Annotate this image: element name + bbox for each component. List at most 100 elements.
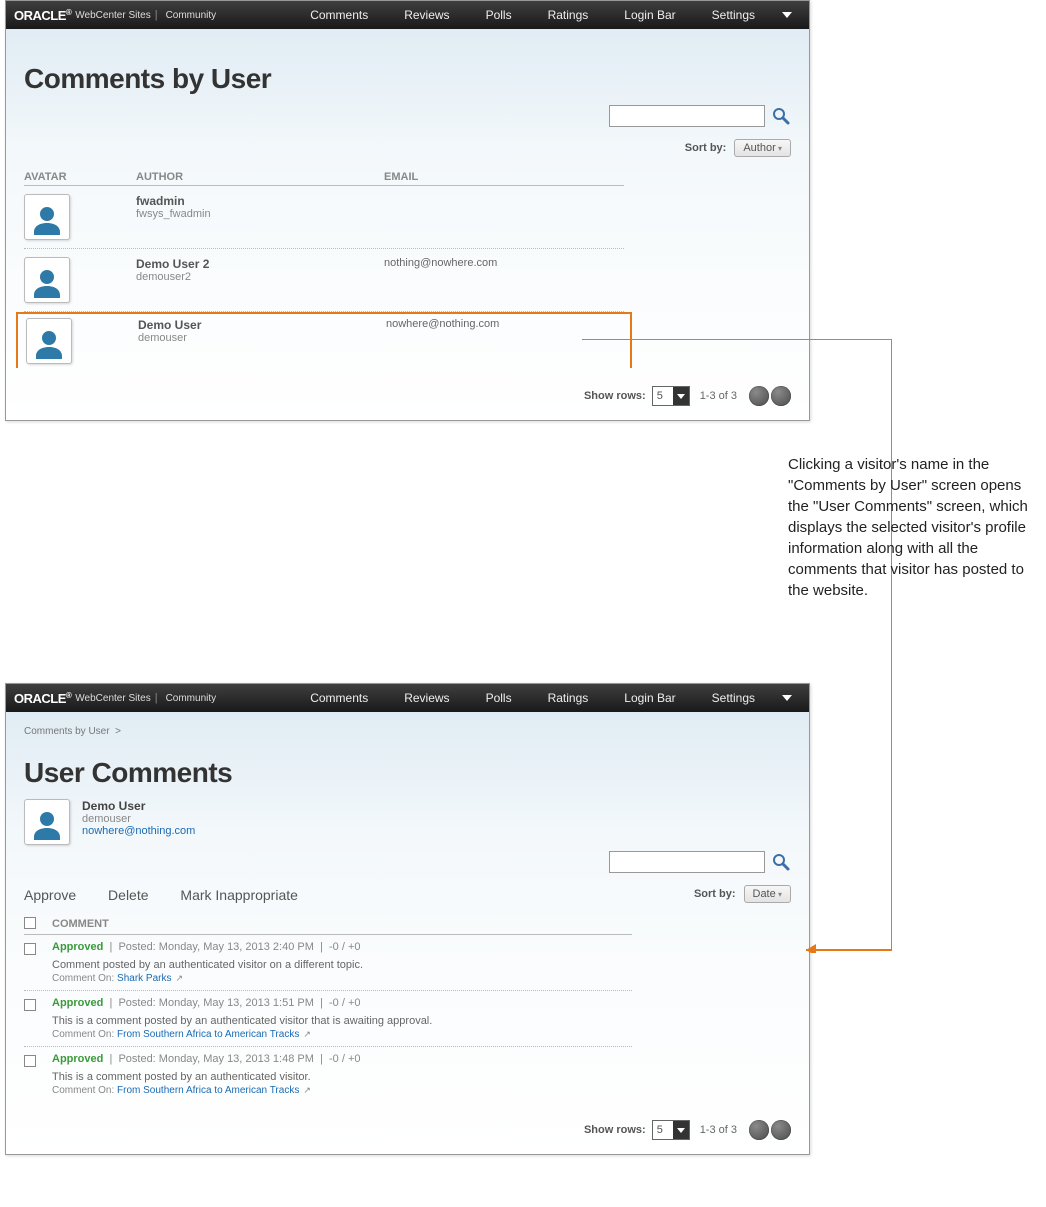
menu-settings[interactable]: Settings	[694, 684, 773, 712]
menu-polls[interactable]: Polls	[468, 684, 530, 712]
menu-reviews[interactable]: Reviews	[386, 684, 467, 712]
brand-separator: |	[155, 9, 158, 21]
row-checkbox[interactable]	[24, 999, 36, 1011]
pager-prev-button[interactable]	[749, 386, 769, 406]
users-table: AVATAR AUTHOR EMAIL fwadminfwsys_fwadmin…	[24, 171, 624, 368]
menu-settings[interactable]: Settings	[694, 1, 773, 29]
page-title: Comments by User	[24, 63, 791, 95]
action-delete[interactable]: Delete	[108, 887, 148, 903]
user-block: Demo User demouser nowhere@nothing.com	[24, 799, 791, 845]
author-name-link[interactable]: Demo User 2	[136, 257, 384, 271]
page-title: User Comments	[24, 757, 791, 789]
table-header: AVATAR AUTHOR EMAIL	[24, 171, 624, 186]
rows-select[interactable]: 5	[652, 1120, 690, 1140]
panel-user-comments: ORACLE® WebCenter Sites | Community Comm…	[5, 683, 810, 1155]
topic-link[interactable]: Shark Parks	[117, 973, 171, 984]
person-icon	[31, 327, 67, 363]
brand-logo: ORACLE®	[14, 691, 71, 706]
brand-logo: ORACLE®	[14, 8, 71, 23]
menu-dropdown-icon[interactable]	[773, 684, 801, 712]
action-approve[interactable]: Approve	[24, 887, 76, 903]
comment-on: Comment On: Shark Parks↗	[52, 973, 632, 984]
person-icon	[29, 266, 65, 302]
user-name: Demo User	[82, 799, 195, 813]
menu-polls[interactable]: Polls	[468, 1, 530, 29]
top-menu: Comments Reviews Polls Ratings Login Bar…	[292, 684, 801, 712]
pager-next-button[interactable]	[771, 1120, 791, 1140]
status-badge: Approved	[52, 997, 103, 1009]
status-badge: Approved	[52, 941, 103, 953]
comment-text: Comment posted by an authenticated visit…	[52, 959, 632, 971]
external-link-icon: ↗	[176, 973, 184, 983]
pager-next-button[interactable]	[771, 386, 791, 406]
external-link-icon: ↗	[303, 1029, 311, 1039]
comments-header: COMMENT	[24, 915, 632, 935]
search-row	[24, 105, 791, 127]
chevron-down-icon	[673, 387, 689, 405]
pager-prev-button[interactable]	[749, 1120, 769, 1140]
comment-row: Approved | Posted: Monday, May 13, 2013 …	[24, 1047, 632, 1102]
topic-link[interactable]: From Southern Africa to American Tracks	[117, 1029, 299, 1040]
col-email: EMAIL	[384, 171, 624, 183]
pager: Show rows: 5 1-3 of 3	[6, 376, 809, 420]
breadcrumb-arrow: >	[115, 726, 121, 737]
comment-on: Comment On: From Southern Africa to Amer…	[52, 1085, 632, 1096]
show-rows-label: Show rows:	[584, 1124, 646, 1136]
comment-row: Approved | Posted: Monday, May 13, 2013 …	[24, 991, 632, 1047]
search-input[interactable]	[609, 851, 765, 873]
show-rows-label: Show rows:	[584, 390, 646, 402]
search-row	[609, 851, 791, 873]
pager: Show rows: 5 1-3 of 3	[6, 1110, 809, 1154]
pager-range: 1-3 of 3	[700, 390, 737, 402]
sortby-row: Sort by: Date	[609, 885, 791, 903]
select-all-checkbox[interactable]	[24, 917, 36, 929]
user-email-link[interactable]: nowhere@nothing.com	[82, 825, 195, 837]
comment-meta: Approved | Posted: Monday, May 13, 2013 …	[52, 1053, 632, 1065]
table-row-highlighted: Demo Userdemouser nowhere@nothing.com	[16, 312, 632, 368]
menu-reviews[interactable]: Reviews	[386, 1, 467, 29]
menu-ratings[interactable]: Ratings	[530, 684, 607, 712]
brand-separator: |	[155, 692, 158, 704]
comment-row: Approved | Posted: Monday, May 13, 2013 …	[24, 935, 632, 991]
search-icon[interactable]	[771, 106, 791, 126]
search-icon[interactable]	[771, 852, 791, 872]
avatar	[24, 194, 70, 240]
status-badge: Approved	[52, 1053, 103, 1065]
topic-link[interactable]: From Southern Africa to American Tracks	[117, 1085, 299, 1096]
brand-product: WebCenter Sites	[75, 10, 150, 21]
author-name-link[interactable]: Demo User	[138, 318, 386, 332]
user-username: demouser	[82, 813, 195, 825]
menu-dropdown-icon[interactable]	[773, 1, 801, 29]
search-input[interactable]	[609, 105, 765, 127]
author-name-link[interactable]: fwadmin	[136, 194, 384, 208]
comment-meta: Approved | Posted: Monday, May 13, 2013 …	[52, 997, 632, 1009]
panel-content: Comments by User > User Comments Demo Us…	[6, 712, 809, 1110]
bulk-actions: Approve Delete Mark Inappropriate	[24, 887, 609, 903]
col-author: AUTHOR	[136, 171, 384, 183]
external-link-icon: ↗	[303, 1085, 311, 1095]
menu-comments[interactable]: Comments	[292, 684, 386, 712]
panel-comments-by-user: ORACLE® WebCenter Sites | Community Comm…	[5, 0, 810, 421]
row-checkbox[interactable]	[24, 943, 36, 955]
col-avatar: AVATAR	[24, 171, 136, 183]
author-username: demouser	[138, 332, 386, 344]
comments-list: COMMENT Approved | Posted: Monday, May 1…	[24, 915, 632, 1102]
action-mark-inappropriate[interactable]: Mark Inappropriate	[180, 887, 298, 903]
person-icon	[29, 808, 65, 844]
row-checkbox[interactable]	[24, 1055, 36, 1067]
sortby-dropdown[interactable]: Author	[734, 139, 791, 157]
menu-ratings[interactable]: Ratings	[530, 1, 607, 29]
col-comment: COMMENT	[52, 918, 109, 930]
author-email: nothing@nowhere.com	[384, 257, 624, 269]
rows-select[interactable]: 5	[652, 386, 690, 406]
sortby-label: Sort by:	[685, 142, 727, 154]
breadcrumb-link[interactable]: Comments by User	[24, 726, 110, 737]
menu-loginbar[interactable]: Login Bar	[606, 684, 693, 712]
chevron-down-icon	[673, 1121, 689, 1139]
top-menu: Comments Reviews Polls Ratings Login Bar…	[292, 1, 801, 29]
menu-loginbar[interactable]: Login Bar	[606, 1, 693, 29]
sortby-dropdown[interactable]: Date	[744, 885, 792, 903]
top-navbar: ORACLE® WebCenter Sites | Community Comm…	[6, 1, 809, 29]
comment-on: Comment On: From Southern Africa to Amer…	[52, 1029, 632, 1040]
menu-comments[interactable]: Comments	[292, 1, 386, 29]
